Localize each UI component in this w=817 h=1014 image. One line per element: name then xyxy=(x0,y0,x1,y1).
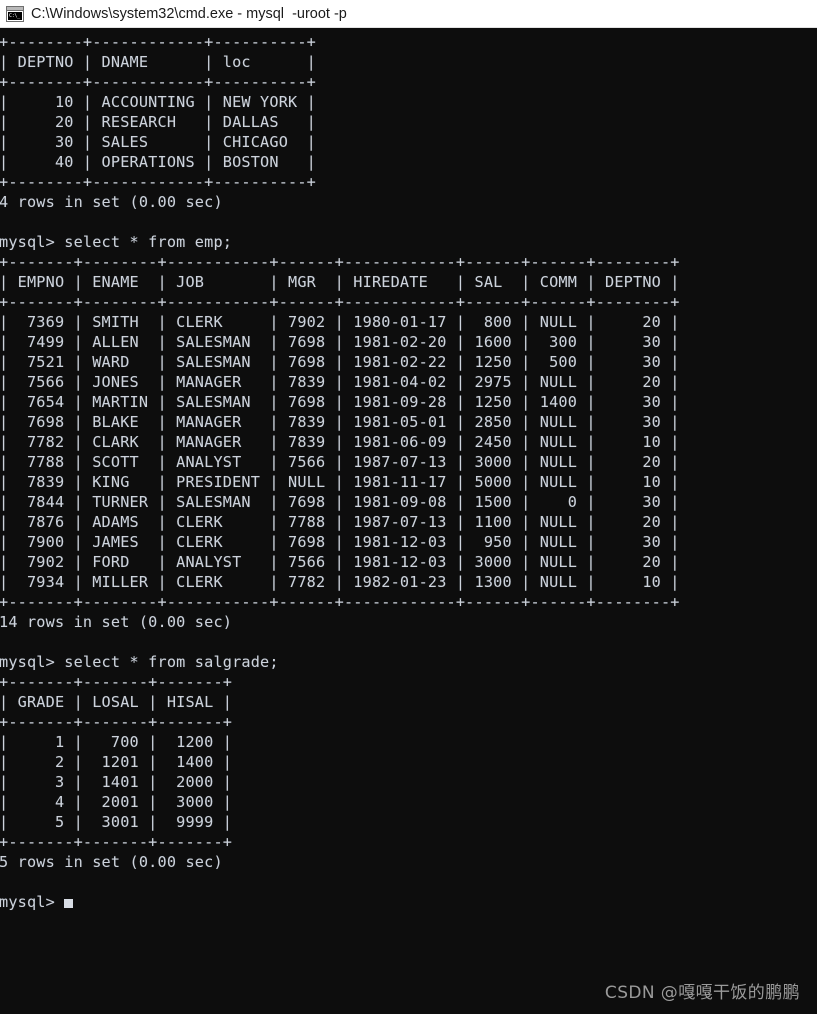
terminal-console[interactable]: +--------+------------+----------+ | DEP… xyxy=(0,28,817,1014)
terminal-output: +--------+------------+----------+ | DEP… xyxy=(0,32,680,912)
csdn-watermark: CSDN @嘎嘎干饭的鹏鹏 xyxy=(604,983,800,1003)
cmd-exe-icon[interactable]: C:\_ xyxy=(6,5,24,22)
window-title-text: C:\Windows\system32\cmd.exe - mysql -uro… xyxy=(31,5,347,22)
cmd-icon-titlebar-stripe xyxy=(7,6,23,11)
terminal-screen-text: +--------+------------+----------+ | DEP… xyxy=(0,33,680,911)
cmd-icon-screen-glyph: C:\_ xyxy=(8,11,22,20)
terminal-cursor xyxy=(64,899,74,908)
window-titlebar[interactable]: C:\_ C:\Windows\system32\cmd.exe - mysql… xyxy=(0,0,817,28)
